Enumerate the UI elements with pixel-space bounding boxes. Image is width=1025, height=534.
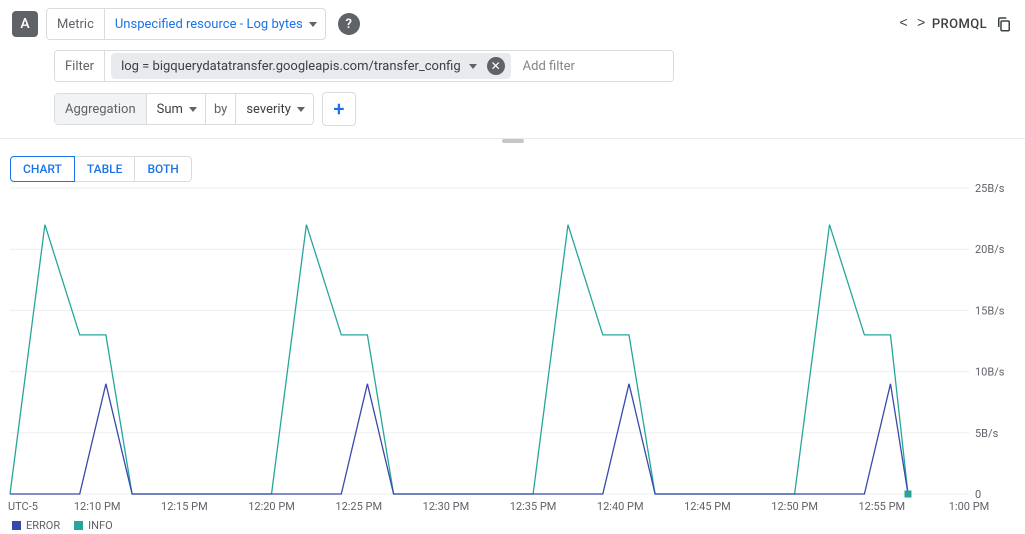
code-icon: < > bbox=[899, 16, 925, 32]
help-icon[interactable]: ? bbox=[338, 13, 360, 35]
aggregation-label: Aggregation bbox=[55, 94, 147, 124]
svg-text:20B/s: 20B/s bbox=[975, 243, 1005, 256]
chevron-down-icon bbox=[189, 107, 197, 112]
aggregation-by-text: severity bbox=[246, 102, 291, 117]
svg-text:12:50 PM: 12:50 PM bbox=[771, 500, 818, 513]
legend-label-info: INFO bbox=[88, 519, 113, 532]
svg-text:12:10 PM: 12:10 PM bbox=[74, 500, 121, 513]
chart-svg: 05B/s10B/s15B/s20B/s25B/s 12:10 PM12:15 … bbox=[6, 184, 1017, 534]
aggregation-fn-text: Sum bbox=[157, 102, 183, 117]
chart-area[interactable]: 05B/s10B/s15B/s20B/s25B/s 12:10 PM12:15 … bbox=[6, 184, 1017, 534]
tab-both[interactable]: BOTH bbox=[135, 156, 191, 182]
filter-field-label: Filter bbox=[55, 51, 105, 81]
legend-item-info[interactable]: INFO bbox=[74, 519, 113, 532]
series-id-chip: A bbox=[12, 11, 38, 37]
aggregation-fn[interactable]: Sum bbox=[147, 94, 205, 124]
promql-label: PROMQL bbox=[932, 17, 987, 32]
view-tabs: CHART TABLE BOTH bbox=[0, 150, 1025, 184]
filter-row: Filter log = bigquerydatatransfer.google… bbox=[0, 40, 1025, 82]
chart-legend: ERROR INFO bbox=[12, 519, 113, 532]
svg-text:UTC-5: UTC-5 bbox=[8, 500, 38, 513]
chevron-down-icon bbox=[297, 107, 305, 112]
metric-row: A Metric Unspecified resource - Log byte… bbox=[0, 0, 1025, 40]
metric-selector[interactable]: Metric Unspecified resource - Log bytes bbox=[46, 8, 326, 40]
svg-text:12:25 PM: 12:25 PM bbox=[335, 500, 382, 513]
svg-text:12:20 PM: 12:20 PM bbox=[248, 500, 295, 513]
svg-text:12:35 PM: 12:35 PM bbox=[510, 500, 557, 513]
tab-table[interactable]: TABLE bbox=[75, 156, 136, 182]
svg-text:10B/s: 10B/s bbox=[975, 366, 1005, 379]
filter-box[interactable]: Filter log = bigquerydatatransfer.google… bbox=[54, 50, 674, 82]
close-icon[interactable]: ✕ bbox=[487, 57, 505, 75]
svg-text:12:45 PM: 12:45 PM bbox=[684, 500, 731, 513]
aggregation-selector[interactable]: Aggregation Sum by severity bbox=[54, 93, 314, 125]
svg-text:12:40 PM: 12:40 PM bbox=[597, 500, 644, 513]
filter-chip[interactable]: log = bigquerydatatransfer.googleapis.co… bbox=[111, 53, 511, 79]
svg-text:15B/s: 15B/s bbox=[975, 304, 1005, 317]
chevron-down-icon bbox=[469, 64, 477, 69]
chevron-down-icon bbox=[309, 22, 317, 27]
drag-handle[interactable] bbox=[0, 138, 1025, 150]
add-filter-input[interactable]: Add filter bbox=[511, 51, 673, 81]
aggregation-by-value[interactable]: severity bbox=[236, 94, 313, 124]
svg-text:12:55 PM: 12:55 PM bbox=[858, 500, 905, 513]
svg-text:5B/s: 5B/s bbox=[975, 427, 999, 440]
aggregation-row: Aggregation Sum by severity + bbox=[0, 82, 1025, 138]
legend-swatch-info bbox=[74, 521, 83, 530]
metric-value-text: Unspecified resource - Log bytes bbox=[115, 17, 303, 32]
metric-field-label: Metric bbox=[47, 9, 105, 39]
copy-icon[interactable] bbox=[995, 15, 1013, 33]
legend-swatch-error bbox=[12, 521, 21, 530]
svg-text:1:00 PM: 1:00 PM bbox=[949, 500, 989, 513]
aggregation-by-label: by bbox=[205, 94, 236, 124]
add-aggregation-button[interactable]: + bbox=[322, 92, 356, 126]
promql-button[interactable]: < > PROMQL bbox=[899, 16, 987, 32]
svg-text:12:15 PM: 12:15 PM bbox=[161, 500, 208, 513]
filter-chip-text: log = bigquerydatatransfer.googleapis.co… bbox=[121, 59, 461, 74]
svg-text:25B/s: 25B/s bbox=[975, 184, 1005, 195]
metric-value[interactable]: Unspecified resource - Log bytes bbox=[105, 9, 325, 39]
svg-text:12:30 PM: 12:30 PM bbox=[423, 500, 470, 513]
legend-label-error: ERROR bbox=[26, 519, 60, 532]
tab-chart[interactable]: CHART bbox=[10, 156, 75, 182]
legend-item-error[interactable]: ERROR bbox=[12, 519, 60, 532]
